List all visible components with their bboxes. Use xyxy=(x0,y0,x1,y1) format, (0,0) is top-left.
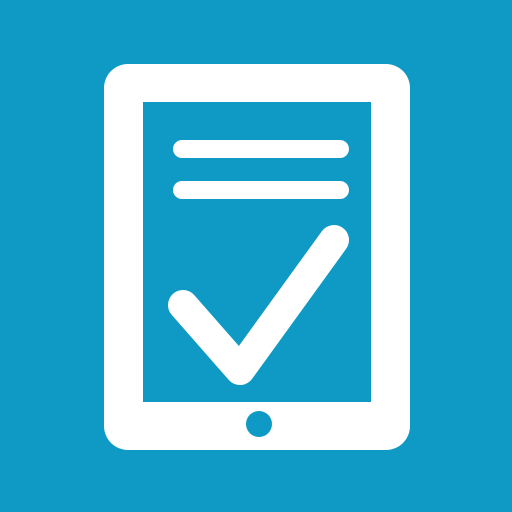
tablet-checklist-app-icon[interactable] xyxy=(0,0,512,512)
tablet-checklist-icon xyxy=(0,0,512,512)
home-button-icon xyxy=(246,411,272,437)
